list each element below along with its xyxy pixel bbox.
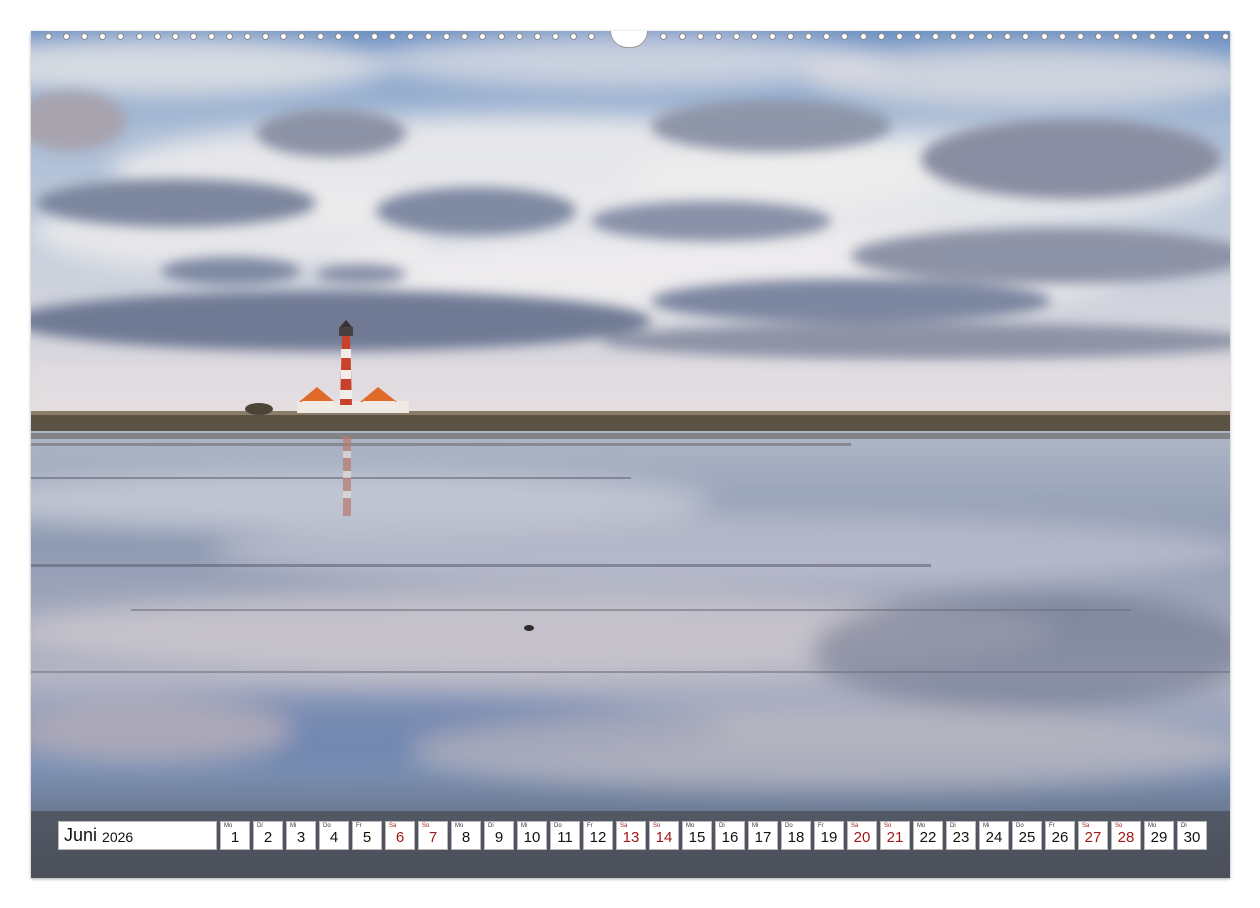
day-cell: Mo 8 (451, 821, 481, 850)
day-cell: Sa 6 (385, 821, 415, 850)
day-number: 26 (1051, 829, 1069, 846)
day-number: 5 (362, 829, 372, 846)
day-number: 10 (523, 829, 541, 846)
day-number: 9 (494, 829, 504, 846)
day-cell: Mo 22 (913, 821, 943, 850)
day-cell: Fr 12 (583, 821, 613, 850)
day-number: 18 (787, 829, 805, 846)
day-cell: Fr 19 (814, 821, 844, 850)
day-cell: Do 25 (1012, 821, 1042, 850)
month-name: Juni (64, 825, 98, 845)
day-cell: Di 9 (484, 821, 514, 850)
day-cell: Mi 3 (286, 821, 316, 850)
day-cell: Di 23 (946, 821, 976, 850)
day-number: 22 (919, 829, 937, 846)
day-number: 19 (820, 829, 838, 846)
day-number: 3 (296, 829, 306, 846)
day-cell: Mi 10 (517, 821, 547, 850)
day-cells: Mo 1 Di 2 Mi 3 Do 4 Fr 5 Sa 6 So 7 Mo 8 Di 9 Mi 10 Do 11 Fr 12 S… (220, 821, 1207, 850)
day-number: 17 (754, 829, 772, 846)
day-number: 4 (329, 829, 339, 846)
day-cell: Mo 15 (682, 821, 712, 850)
day-number: 16 (721, 829, 739, 846)
day-number: 29 (1150, 829, 1168, 846)
day-number: 2 (263, 829, 273, 846)
day-cell: Do 11 (550, 821, 580, 850)
day-number: 13 (622, 829, 640, 846)
day-number: 12 (589, 829, 607, 846)
day-cell: Do 18 (781, 821, 811, 850)
day-cell: So 14 (649, 821, 679, 850)
month-label: Juni 2026 (58, 821, 217, 850)
day-cell: Mo 29 (1144, 821, 1174, 850)
lighthouse-reflection (343, 436, 351, 516)
horizon-land (31, 414, 1230, 431)
day-number: 24 (985, 829, 1003, 846)
day-cell: So 28 (1111, 821, 1141, 850)
day-number: 28 (1117, 829, 1135, 846)
day-number: 8 (461, 829, 471, 846)
calendar-strip: Juni 2026 Mo 1 Di 2 Mi 3 Do 4 Fr 5 Sa 6 So 7 Mo 8 Di 9 Mi 1… (58, 821, 1207, 850)
day-number: 6 (395, 829, 405, 846)
calendar-photo (31, 31, 1230, 878)
day-number: 11 (557, 829, 573, 846)
month-year: 2026 (102, 828, 134, 845)
day-number: 23 (952, 829, 970, 846)
day-cell: Fr 26 (1045, 821, 1075, 850)
day-number: 14 (655, 829, 673, 846)
day-cell: Sa 20 (847, 821, 877, 850)
day-cell: Sa 27 (1078, 821, 1108, 850)
day-cell: Fr 5 (352, 821, 382, 850)
day-cell: Mi 24 (979, 821, 1009, 850)
lighthouse-landscape-image (31, 31, 1230, 878)
day-cell: Sa 13 (616, 821, 646, 850)
day-cell: So 21 (880, 821, 910, 850)
day-cell: Do 4 (319, 821, 349, 850)
day-number: 30 (1183, 829, 1201, 846)
day-cell: Mo 1 (220, 821, 250, 850)
day-cell: So 7 (418, 821, 448, 850)
day-number: 27 (1084, 829, 1102, 846)
day-number: 1 (230, 829, 240, 846)
day-number: 25 (1018, 829, 1036, 846)
day-number: 7 (428, 829, 438, 846)
day-cell: Di 2 (253, 821, 283, 850)
day-cell: Mi 17 (748, 821, 778, 850)
day-cell: Di 30 (1177, 821, 1207, 850)
day-number: 21 (886, 829, 904, 846)
day-number: 15 (688, 829, 706, 846)
day-number: 20 (853, 829, 871, 846)
day-cell: Di 16 (715, 821, 745, 850)
